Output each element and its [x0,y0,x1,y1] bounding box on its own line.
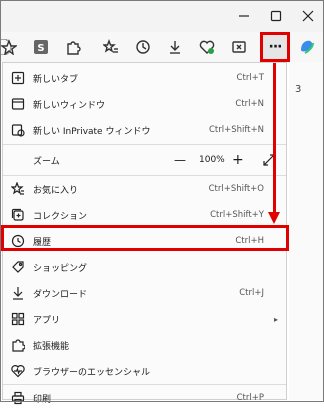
browser-essentials-icon [10,363,26,379]
page-edge: 3 [289,62,323,400]
menu-item-label: 新しい InPrivate ウィンドウ [33,126,151,137]
submenu-arrow-icon: ▸ [273,314,278,324]
zoom-in-button[interactable]: + [232,152,244,168]
browser-essentials-button[interactable] [196,36,218,58]
settings-and-more-button[interactable]: ··· [262,34,288,60]
shopping-tag-icon [10,259,26,275]
menu-item-label: 履歴 [33,237,52,248]
extension-s-button[interactable]: S [30,36,52,58]
menu-item-new-inprivate-window[interactable]: 新しい InPrivate ウィンドウ Ctrl+Shift+N [3,117,286,143]
download-icon [10,285,26,301]
menu-item-shortcut: Ctrl+Shift+O [208,184,264,194]
menu-item-shortcut: Ctrl+Shift+N [208,125,264,135]
inprivate-icon [10,122,26,138]
menu-item-label: ズーム [33,156,60,167]
menu-item-history[interactable]: 履歴 Ctrl+H [3,228,286,254]
history-icon [10,233,26,249]
menu-item-shortcut: Ctrl+Shift+Y [210,210,264,220]
minimize-icon [239,15,249,17]
menu-item-shortcut: Ctrl+N [235,99,264,109]
star-icon [1,39,17,55]
menu-item-label: アプリ [33,315,61,326]
download-icon [170,41,180,54]
menu-item-downloads[interactable]: ダウンロード Ctrl+J [3,280,286,306]
zoom-out-button[interactable]: — [174,153,186,167]
zoom-level: 100% [199,155,225,165]
menu-item-browser-essentials[interactable]: ブラウザーのエッセンシャル [3,358,286,384]
menu-item-label: コレクション [33,211,88,222]
annotation-arrow-head [268,212,280,224]
menu-item-label: ダウンロード [33,289,88,300]
maximize-icon [270,10,282,22]
menu-item-label: 新しいウィンドウ [33,100,106,111]
menu-item-apps[interactable]: アプリ ▸ [3,306,286,332]
menu-item-print[interactable]: 印刷 Ctrl+P [3,385,286,411]
menu-item-new-tab[interactable]: 新しいタブ Ctrl+T [3,65,286,91]
favorites-button[interactable] [100,36,122,58]
menu-item-shortcut: Ctrl+T [236,73,264,83]
menu-item-label: 印刷 [33,394,52,405]
svg-text:S: S [37,43,44,54]
title-bar [0,0,324,32]
favorite-star-button[interactable] [0,36,20,58]
menu-item-collections[interactable]: コレクション Ctrl+Shift+Y [3,202,286,228]
menu-item-favorites[interactable]: お気に入り Ctrl+Shift+O [3,176,286,202]
printer-icon [10,390,26,406]
apps-icon [10,311,26,327]
new-tab-icon [10,70,26,86]
page-fragment: 3 [295,84,302,95]
menu-item-label: 新しいタブ [33,74,79,85]
menu-item-label: ブラウザーのエッセンシャル [33,367,151,378]
screenshot-icon [232,41,246,53]
menu-item-shortcut: Ctrl+J [239,288,264,298]
history-icon [136,40,150,54]
downloads-button[interactable] [164,36,186,58]
maximize-button[interactable] [266,6,286,26]
menu-item-shortcut: Ctrl+H [235,236,264,246]
menu-item-zoom: ズーム — 100% + [3,145,286,175]
puzzle-icon [67,41,81,55]
copilot-button[interactable] [296,36,318,58]
copilot-icon [301,40,314,54]
extensions-button[interactable] [62,36,84,58]
close-icon [302,10,314,22]
menu-item-new-window[interactable]: 新しいウィンドウ Ctrl+N [3,91,286,117]
menu-item-extensions[interactable]: 拡張機能 [3,332,286,358]
minimize-button[interactable] [234,6,254,26]
annotation-arrow-line [273,63,276,215]
settings-menu: 新しいタブ Ctrl+T 新しいウィンドウ Ctrl+N 新しい InPriva… [2,62,287,405]
extensions-icon [10,337,26,353]
menu-item-label: お気に入り [33,185,79,196]
heart-pulse-icon [199,40,215,54]
close-button[interactable] [298,6,318,26]
menu-item-label: ショッピング [33,263,88,274]
new-window-icon [10,96,26,112]
history-button[interactable] [132,36,154,58]
favorites-list-icon [103,39,118,53]
s-extension-icon: S [34,40,48,54]
favorites-icon [10,181,26,197]
screenshot-button[interactable] [228,36,250,58]
menu-item-label: 拡張機能 [33,341,70,352]
menu-item-shopping[interactable]: ショッピング [3,254,286,280]
collections-icon [10,207,26,223]
